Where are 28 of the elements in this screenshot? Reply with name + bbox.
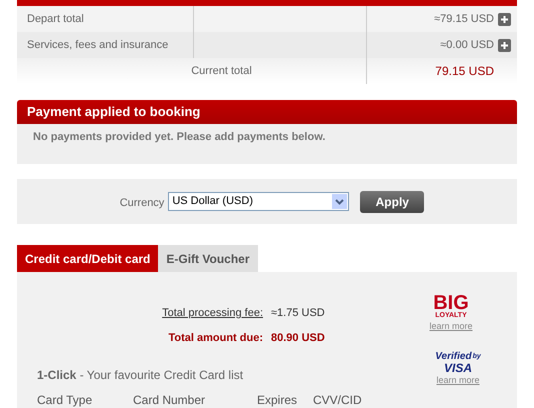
payment-tab[interactable]: Credit card/Debit card (17, 245, 158, 272)
big-logo: BIG (433, 294, 469, 312)
row-label: Services, fees and insurance (27, 38, 168, 53)
plus-icon[interactable] (498, 38, 511, 52)
column-header: Expires (257, 392, 298, 406)
column-header: CVV/CID (313, 392, 363, 406)
fee-label[interactable]: Total processing fee: (162, 305, 263, 322)
row-amount: ≈0.00 USD (440, 38, 494, 53)
fee-value: ≈1.75 USD (271, 306, 325, 321)
total-label: Current total (191, 64, 252, 79)
plus-icon[interactable] (498, 12, 511, 26)
visa-logo: VISA (444, 362, 472, 374)
currency-select[interactable]: US Dollar (USD) (168, 192, 350, 211)
due-value: 80.90 USD (271, 330, 325, 346)
row-amount: ≈79.15 USD (434, 12, 494, 27)
dropdown-icon (332, 194, 348, 209)
column-header: Card Type (37, 392, 94, 406)
one-click-heading: 1-Click - Your favourite Credit Card list (37, 368, 244, 382)
payment-tab[interactable]: E-Gift Voucher (158, 245, 258, 272)
row-label: Depart total (27, 12, 84, 27)
apply-button[interactable]: Apply (360, 191, 424, 213)
column-header: Card Number (133, 392, 206, 406)
section-header: Payment applied to booking (17, 100, 517, 124)
due-label: Total amount due: (168, 330, 263, 346)
empty-message: No payments provided yet. Please add payments below. (33, 131, 326, 143)
verified-logo: Verified (435, 352, 472, 362)
total-amount: 79.15 USD (435, 63, 494, 80)
currency-label: Currency (120, 196, 164, 211)
